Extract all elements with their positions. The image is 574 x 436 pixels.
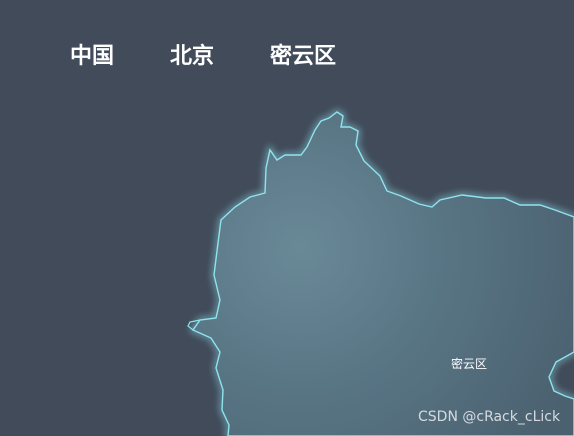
- breadcrumb-item-miyun[interactable]: 密云区: [270, 40, 336, 74]
- breadcrumb-item-china[interactable]: 中国: [70, 40, 114, 74]
- map-view: 中国 北京 密云区 密云区 CSDN @cRack_cLick: [0, 0, 574, 436]
- watermark: CSDN @cRack_cLick: [418, 409, 561, 425]
- region-border: [191, 111, 574, 436]
- region-label[interactable]: 密云区: [451, 356, 487, 372]
- miyun-region[interactable]: [187, 108, 574, 436]
- breadcrumb-item-beijing[interactable]: 北京: [170, 40, 214, 74]
